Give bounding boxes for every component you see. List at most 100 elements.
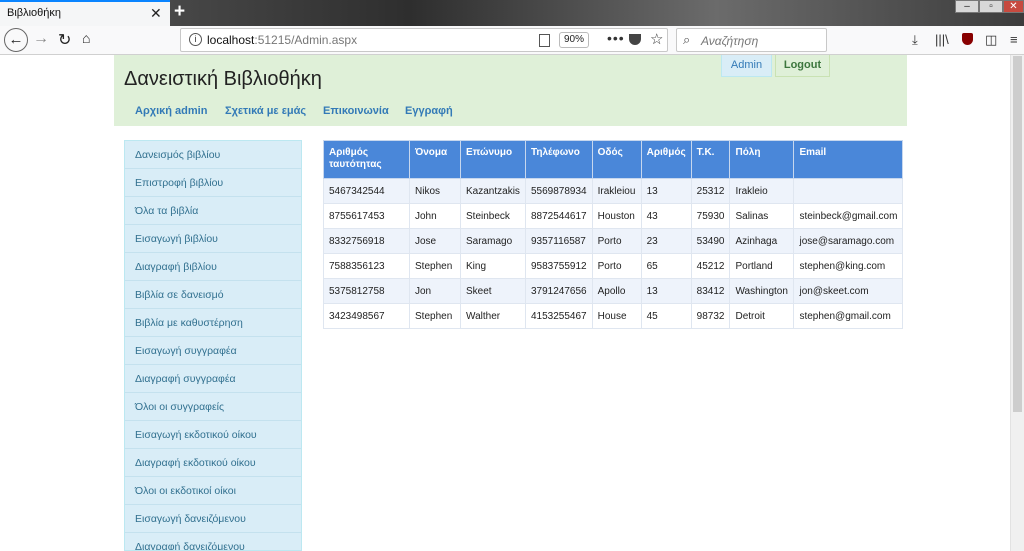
sidebar-item-all-authors[interactable]: Όλοι οι συγγραφείς	[125, 393, 301, 421]
page-title: Δανειστική Βιβλιοθήκη	[124, 68, 322, 90]
table-cell: Saramago	[460, 228, 526, 254]
table-cell: Irakleiou	[591, 178, 642, 204]
column-header-postal-code: Τ.Κ.	[690, 140, 731, 179]
nav-link-admin-home[interactable]: Αρχική admin	[135, 105, 207, 117]
table-cell: 98732	[690, 303, 731, 329]
table-cell: 5467342544	[323, 178, 410, 204]
url-text[interactable]: localhost:51215/Admin.aspx	[207, 33, 357, 47]
table-cell: 13	[640, 178, 692, 204]
table-cell: John	[409, 203, 461, 229]
sidebar-item-add-book[interactable]: Εισαγωγή βιβλίου	[125, 225, 301, 253]
table-cell: 8755617453	[323, 203, 410, 229]
table-cell: Stephen	[409, 253, 461, 279]
download-icon[interactable]: ⤓	[912, 32, 918, 48]
table-cell: 43	[640, 203, 692, 229]
sidebar-item-all-publishers[interactable]: Όλοι οι εκδοτικοί οίκοι	[125, 477, 301, 505]
sidebar-item-delete-borrower[interactable]: Διαγραφή δανειζόμενου	[125, 533, 301, 550]
table-cell: Irakleio	[729, 178, 795, 204]
table-cell: Walther	[460, 303, 526, 329]
table-cell: 5569878934	[525, 178, 593, 204]
table-row: 7588356123 Stephen King 9583755912 Porto…	[323, 253, 904, 279]
table-cell: 8332756918	[323, 228, 410, 254]
close-tab-icon[interactable]: ✕	[150, 5, 162, 22]
sidebar-toggle-icon[interactable]: ◫	[985, 32, 997, 48]
browser-tab-strip: Βιβλιοθήκη ✕ + – ▫ ✕	[0, 0, 1024, 26]
nav-link-about[interactable]: Σχετικά με εμάς	[225, 105, 306, 117]
table-cell: Porto	[591, 253, 642, 279]
ublock-icon[interactable]	[962, 33, 973, 45]
page-actions-icon[interactable]: •••	[607, 30, 625, 46]
table-cell: Porto	[591, 228, 642, 254]
sidebar-item-delete-book[interactable]: Διαγραφή βιβλίου	[125, 253, 301, 281]
site-header: Δανειστική Βιβλιοθήκη Αρχική admin Σχετι…	[114, 55, 907, 126]
table-row: 5467342544 Nikos Kazantzakis 5569878934 …	[323, 178, 904, 204]
table-cell: Detroit	[729, 303, 795, 329]
sidebar-item-add-borrower[interactable]: Εισαγωγή δανειζόμενου	[125, 505, 301, 533]
nav-link-register[interactable]: Εγγραφή	[405, 105, 453, 117]
table-cell: Nikos	[409, 178, 461, 204]
maximize-window-icon[interactable]: ▫	[979, 0, 1003, 13]
column-header-last-name: Επώνυμο	[460, 140, 526, 179]
column-header-street: Οδός	[591, 140, 642, 179]
table-row: 3423498567 Stephen Walther 4153255467 Ho…	[323, 303, 904, 329]
table-cell: 45	[640, 303, 692, 329]
table-cell: 9357116587	[525, 228, 593, 254]
browser-tab[interactable]: Βιβλιοθήκη ✕	[0, 0, 170, 26]
zoom-level-badge[interactable]: 90%	[559, 32, 589, 48]
column-header-street-number: Αριθμός	[640, 140, 692, 179]
table-cell: 75930	[690, 203, 731, 229]
sidebar-item-books-on-loan[interactable]: Βιβλία σε δανεισμό	[125, 281, 301, 309]
sidebar-item-all-books[interactable]: Όλα τα βιβλία	[125, 197, 301, 225]
column-header-first-name: Όνομα	[409, 140, 461, 179]
admin-sidebar-menu: Δανεισμός βιβλίου Επιστροφή βιβλίου Όλα …	[124, 140, 302, 551]
new-tab-button[interactable]: +	[174, 1, 185, 23]
table-cell: Salinas	[729, 203, 795, 229]
table-cell: Kazantzakis	[460, 178, 526, 204]
address-bar[interactable]: i localhost:51215/Admin.aspx 90% ••• ☆	[180, 28, 668, 52]
home-icon[interactable]: ⌂	[82, 30, 90, 46]
table-cell: jon@skeet.com	[793, 278, 904, 304]
search-input[interactable]: ⌕ Αναζήτηση	[676, 28, 827, 52]
search-placeholder: Αναζήτηση	[701, 34, 759, 48]
sidebar-item-add-publisher[interactable]: Εισαγωγή εκδοτικού οίκου	[125, 421, 301, 449]
sidebar-item-overdue-books[interactable]: Βιβλία με καθυστέρηση	[125, 309, 301, 337]
page-scrollbar[interactable]	[1010, 55, 1024, 551]
column-header-phone: Τηλέφωνο	[525, 140, 593, 179]
table-cell: 8872544617	[525, 203, 593, 229]
pocket-icon[interactable]	[629, 34, 641, 45]
table-cell: 13	[640, 278, 692, 304]
bookmark-star-icon[interactable]: ☆	[650, 30, 663, 48]
scrollbar-thumb[interactable]	[1013, 56, 1022, 412]
table-cell: 5375812758	[323, 278, 410, 304]
table-cell: stephen@king.com	[793, 253, 904, 279]
table-cell: 23	[640, 228, 692, 254]
menu-icon[interactable]: ≡	[1010, 32, 1018, 47]
column-header-email: Email	[793, 140, 904, 179]
table-cell: jose@saramago.com	[793, 228, 904, 254]
table-cell: Washington	[729, 278, 795, 304]
nav-link-contact[interactable]: Επικοινωνία	[323, 105, 389, 117]
table-row: 8332756918 Jose Saramago 9357116587 Port…	[323, 228, 904, 254]
table-cell: House	[591, 303, 642, 329]
close-window-icon[interactable]: ✕	[1003, 0, 1024, 13]
column-header-city: Πόλη	[729, 140, 795, 179]
reader-view-icon[interactable]	[539, 34, 550, 47]
sidebar-item-delete-author[interactable]: Διαγραφή συγγραφέα	[125, 365, 301, 393]
table-cell: 3423498567	[323, 303, 410, 329]
sidebar-item-add-author[interactable]: Εισαγωγή συγγραφέα	[125, 337, 301, 365]
library-icon[interactable]: |||\	[935, 32, 949, 47]
admin-button[interactable]: Admin	[721, 55, 772, 77]
back-arrow-icon[interactable]: ←	[4, 28, 28, 52]
forward-arrow-icon[interactable]: →	[33, 30, 49, 48]
logout-button[interactable]: Logout	[775, 55, 830, 77]
browser-navigation-bar: ← → ↻ ⌂ i localhost:51215/Admin.aspx 90%…	[0, 26, 1024, 55]
sidebar-item-return-book[interactable]: Επιστροφή βιβλίου	[125, 169, 301, 197]
table-cell: 53490	[690, 228, 731, 254]
table-cell: Jon	[409, 278, 461, 304]
site-info-icon[interactable]: i	[189, 33, 202, 46]
sidebar-item-delete-publisher[interactable]: Διαγραφή εκδοτικού οίκου	[125, 449, 301, 477]
sidebar-item-lend-book[interactable]: Δανεισμός βιβλίου	[125, 141, 301, 169]
minimize-window-icon[interactable]: –	[955, 0, 979, 13]
table-cell: 45212	[690, 253, 731, 279]
reload-icon[interactable]: ↻	[58, 30, 71, 50]
